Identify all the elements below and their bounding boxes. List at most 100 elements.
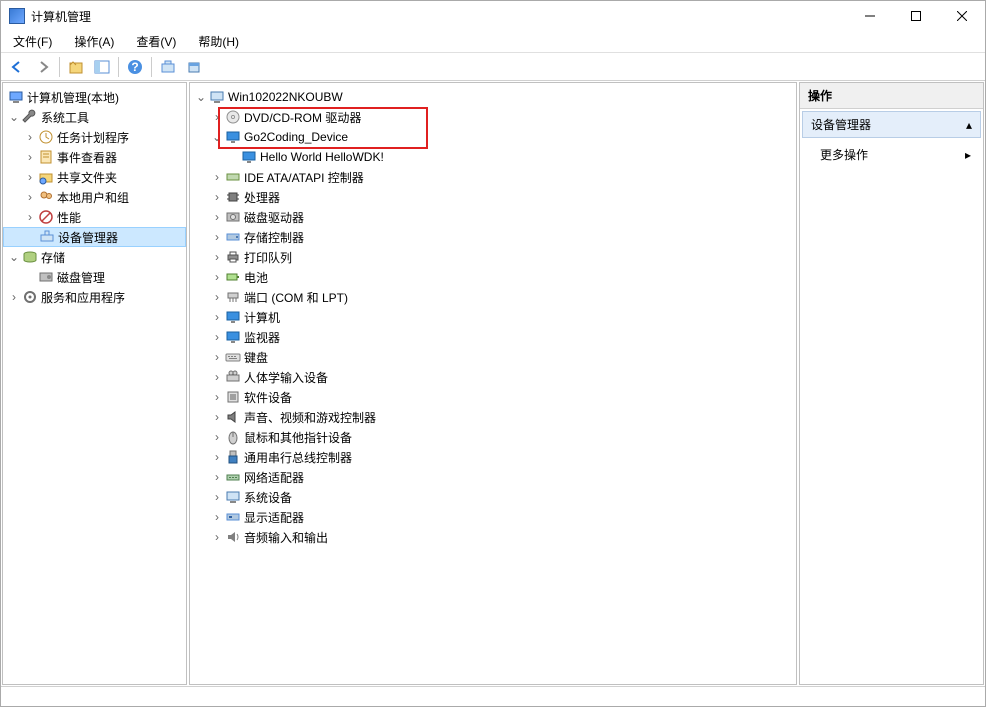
chevron-right-icon[interactable]: › [210, 230, 224, 244]
chevron-right-icon[interactable]: › [210, 410, 224, 424]
tree-shared-folders[interactable]: › 共享文件夹 [3, 167, 186, 187]
device-label: 通用串行总线控制器 [244, 449, 352, 466]
chevron-down-icon[interactable]: ⌄ [210, 130, 224, 144]
device-monitor[interactable]: › 监视器 [190, 327, 796, 347]
scan-hardware-button[interactable] [156, 55, 180, 79]
chevron-right-icon[interactable]: › [7, 290, 21, 304]
chevron-right-icon[interactable]: › [23, 170, 37, 184]
chevron-right-icon[interactable]: › [210, 110, 224, 124]
actions-section-device-manager[interactable]: 设备管理器 ▴ [802, 111, 981, 138]
tree-storage[interactable]: ⌄ 存储 [3, 247, 186, 267]
device-storagectrl[interactable]: › 存储控制器 [190, 227, 796, 247]
chevron-right-icon[interactable]: › [210, 490, 224, 504]
device-printqueue[interactable]: › 打印队列 [190, 247, 796, 267]
menu-view[interactable]: 查看(V) [132, 31, 180, 52]
device-cpu[interactable]: › 处理器 [190, 187, 796, 207]
actions-section-label: 设备管理器 [811, 116, 871, 133]
collapse-up-icon[interactable]: ▴ [966, 118, 972, 132]
device-network[interactable]: › 网络适配器 [190, 467, 796, 487]
device-hid[interactable]: › 人体学输入设备 [190, 367, 796, 387]
chevron-right-icon[interactable]: › [210, 250, 224, 264]
up-button[interactable] [64, 55, 88, 79]
forward-button[interactable] [31, 55, 55, 79]
menu-help[interactable]: 帮助(H) [194, 31, 243, 52]
chevron-right-icon[interactable]: › [210, 470, 224, 484]
show-hide-tree-button[interactable] [90, 55, 114, 79]
chevron-right-icon[interactable]: › [210, 170, 224, 184]
app-icon [9, 8, 25, 24]
speaker-icon [225, 409, 241, 425]
chevron-right-icon[interactable]: › [210, 270, 224, 284]
actions-more[interactable]: 更多操作 ▸ [800, 140, 983, 169]
menu-action[interactable]: 操作(A) [70, 31, 118, 52]
minimize-button[interactable] [847, 1, 893, 31]
device-keyboard[interactable]: › 键盘 [190, 347, 796, 367]
chevron-right-icon[interactable]: › [210, 530, 224, 544]
tree-task-scheduler[interactable]: › 任务计划程序 [3, 127, 186, 147]
device-label: 软件设备 [244, 389, 292, 406]
device-audio[interactable]: › 音频输入和输出 [190, 527, 796, 547]
chevron-down-icon[interactable]: ⌄ [194, 90, 208, 104]
device-mouse[interactable]: › 鼠标和其他指针设备 [190, 427, 796, 447]
tree-performance[interactable]: › 性能 [3, 207, 186, 227]
tree-label: 设备管理器 [58, 229, 118, 246]
device-ide[interactable]: › IDE ATA/ATAPI 控制器 [190, 167, 796, 187]
system-icon [225, 489, 241, 505]
tree-services-apps[interactable]: › 服务和应用程序 [3, 287, 186, 307]
toolbar-separator [151, 57, 152, 77]
device-system[interactable]: › 系统设备 [190, 487, 796, 507]
maximize-button[interactable] [893, 1, 939, 31]
chevron-right-icon[interactable]: › [210, 290, 224, 304]
menu-file[interactable]: 文件(F) [9, 31, 56, 52]
help-button[interactable]: ? [123, 55, 147, 79]
chevron-right-icon: ▸ [965, 148, 971, 162]
tree-root-local[interactable]: 计算机管理(本地) [3, 87, 186, 107]
chevron-right-icon[interactable]: › [210, 390, 224, 404]
software-icon [225, 389, 241, 405]
device-dvd[interactable]: › DVD/CD-ROM 驱动器 [190, 107, 796, 127]
device-tree-pane[interactable]: ⌄ Win102022NKOUBW › DVD/CD-ROM 驱动器 ⌄ Go2… [189, 82, 797, 685]
chevron-right-icon[interactable]: › [210, 350, 224, 364]
device-ports[interactable]: › 端口 (COM 和 LPT) [190, 287, 796, 307]
device-software[interactable]: › 软件设备 [190, 387, 796, 407]
device-root[interactable]: ⌄ Win102022NKOUBW [190, 87, 796, 107]
device-display[interactable]: › 显示适配器 [190, 507, 796, 527]
device-helloworld[interactable]: › Hello World HelloWDK! [190, 147, 796, 167]
toolbar: ? [1, 53, 985, 81]
device-usb[interactable]: › 通用串行总线控制器 [190, 447, 796, 467]
tree-event-viewer[interactable]: › 事件查看器 [3, 147, 186, 167]
chevron-right-icon[interactable]: › [210, 370, 224, 384]
tree-device-manager[interactable]: › 设备管理器 [3, 227, 186, 247]
chevron-right-icon[interactable]: › [210, 450, 224, 464]
chevron-right-icon[interactable]: › [23, 150, 37, 164]
chevron-right-icon[interactable]: › [210, 190, 224, 204]
device-battery[interactable]: › 电池 [190, 267, 796, 287]
port-icon [225, 289, 241, 305]
device-label: Go2Coding_Device [244, 130, 348, 144]
device-diskdrive[interactable]: › 磁盘驱动器 [190, 207, 796, 227]
device-label: 键盘 [244, 349, 268, 366]
tree-local-users[interactable]: › 本地用户和组 [3, 187, 186, 207]
chevron-right-icon[interactable]: › [210, 510, 224, 524]
tree-label: 任务计划程序 [57, 129, 129, 146]
back-button[interactable] [5, 55, 29, 79]
chevron-right-icon[interactable]: › [210, 330, 224, 344]
chevron-right-icon[interactable]: › [210, 210, 224, 224]
chevron-right-icon[interactable]: › [210, 430, 224, 444]
left-tree-pane[interactable]: 计算机管理(本地) ⌄ 系统工具 › 任务计划程序 › 事件查看器 › 共享文件 [2, 82, 187, 685]
tree-system-tools[interactable]: ⌄ 系统工具 [3, 107, 186, 127]
device-go2coding[interactable]: ⌄ Go2Coding_Device [190, 127, 796, 147]
close-button[interactable] [939, 1, 985, 31]
chevron-down-icon[interactable]: ⌄ [7, 110, 21, 124]
device-sound[interactable]: › 声音、视频和游戏控制器 [190, 407, 796, 427]
chevron-right-icon[interactable]: › [23, 190, 37, 204]
battery-icon [225, 269, 241, 285]
device-computer[interactable]: › 计算机 [190, 307, 796, 327]
chevron-right-icon[interactable]: › [23, 210, 37, 224]
tree-disk-management[interactable]: › 磁盘管理 [3, 267, 186, 287]
chevron-right-icon[interactable]: › [23, 130, 37, 144]
properties-button[interactable] [182, 55, 206, 79]
device-label: 系统设备 [244, 489, 292, 506]
chevron-right-icon[interactable]: › [210, 310, 224, 324]
chevron-down-icon[interactable]: ⌄ [7, 250, 21, 264]
